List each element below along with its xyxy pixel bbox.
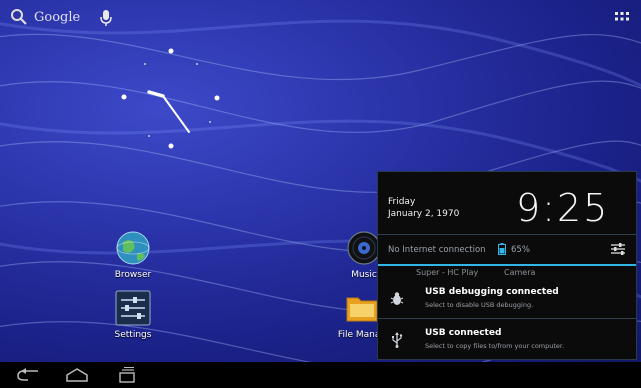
search-label: Google: [34, 9, 81, 25]
globe-icon: [116, 231, 150, 265]
divider: [378, 318, 636, 319]
settings-label: Settings: [114, 330, 152, 340]
notification-usb-connected[interactable]: USB connected Select to copy files to/fr…: [378, 321, 636, 359]
search-icon: [11, 9, 27, 25]
notification-usb-debugging[interactable]: USB debugging connected Select to disabl…: [378, 280, 636, 318]
connection-status: No Internet connection: [388, 245, 486, 255]
tablet-screen: Google Browser Settings Music File Manag…: [0, 0, 641, 388]
date-display: Friday January 2, 1970: [388, 196, 459, 220]
browser-label: Browser: [114, 270, 152, 280]
music-label: Music: [351, 270, 377, 280]
folder-icon: [346, 297, 378, 322]
browser-shortcut[interactable]: Browser: [98, 230, 168, 280]
recent-apps-icon[interactable]: [112, 365, 142, 385]
notification-title: USB connected: [425, 328, 502, 338]
settings-shortcut[interactable]: Settings: [98, 290, 168, 340]
divider: [378, 234, 636, 235]
notification-subtitle: Select to copy files to/from your comput…: [425, 342, 565, 350]
usb-icon: [392, 332, 403, 348]
back-icon[interactable]: [14, 365, 44, 385]
carrier-label: Super - HC Play: [416, 268, 479, 277]
settings-sliders-icon: [115, 290, 151, 326]
battery-level: 65%: [511, 245, 530, 255]
battery-icon: [498, 243, 506, 255]
notification-panel[interactable]: Friday January 2, 1970 9:25 No Internet …: [377, 171, 637, 360]
accent-divider: [378, 264, 636, 266]
all-apps-grid-icon[interactable]: [614, 11, 630, 27]
google-search-bar[interactable]: Google: [10, 8, 80, 26]
day-label: Friday: [388, 197, 416, 207]
bug-icon: [390, 292, 404, 305]
microphone-icon[interactable]: [99, 9, 113, 27]
notification-title: USB debugging connected: [425, 287, 559, 297]
date-label: January 2, 1970: [388, 209, 460, 219]
home-icon[interactable]: [62, 365, 92, 385]
system-navigation-bar: [0, 362, 641, 388]
time-display: 9:25: [516, 186, 610, 230]
camera-label: Camera: [504, 268, 536, 277]
analog-clock-icon[interactable]: [117, 46, 225, 154]
quick-settings-icon[interactable]: [610, 242, 626, 256]
notification-subtitle: Select to disable USB debugging.: [425, 301, 534, 309]
